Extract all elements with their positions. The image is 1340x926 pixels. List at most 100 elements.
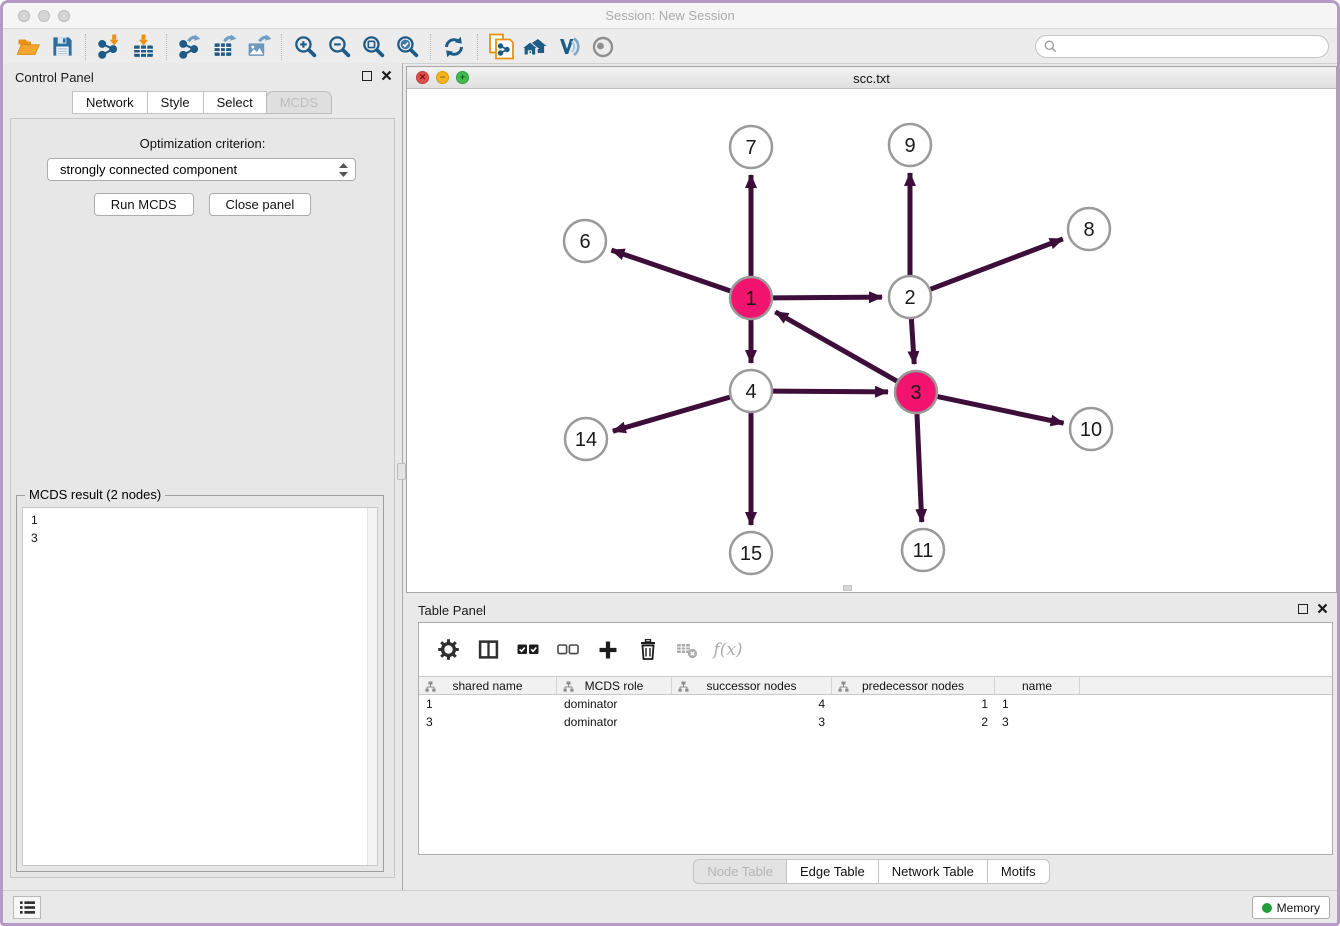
- cell-name[interactable]: 3: [995, 713, 1080, 731]
- node-label-10: 10: [1080, 419, 1102, 441]
- export-network-icon: [178, 34, 203, 59]
- cell-predecessor-nodes[interactable]: 1: [832, 695, 995, 713]
- zoom-out-button[interactable]: [322, 32, 356, 62]
- tab-node-table[interactable]: Node Table: [693, 859, 787, 884]
- cell-successor-nodes[interactable]: 4: [672, 695, 832, 713]
- vizmapper-icon: [556, 35, 582, 59]
- toolbar-separator: [281, 34, 282, 60]
- node-label-11: 11: [913, 540, 934, 562]
- node-label-14: 14: [575, 429, 597, 451]
- add-row-button[interactable]: [593, 635, 623, 665]
- network-canvas[interactable]: 7968124314101511: [407, 89, 1336, 592]
- table-tabs: Node TableEdge TableNetwork TableMotifs: [406, 859, 1338, 884]
- network-from-file-button[interactable]: [484, 32, 518, 62]
- zoom-fit-button[interactable]: [356, 32, 390, 62]
- memory-button[interactable]: Memory: [1252, 896, 1330, 919]
- result-scrollbar[interactable]: [367, 508, 377, 865]
- tab-network[interactable]: Network: [72, 91, 148, 114]
- cell-shared-name[interactable]: 3: [419, 713, 557, 731]
- toolbar-separator: [477, 34, 478, 60]
- canvas-scroll-handle[interactable]: [843, 585, 852, 591]
- column-header-predecessor-nodes[interactable]: predecessor nodes: [832, 677, 995, 694]
- edge-4-14[interactable]: [613, 397, 730, 431]
- column-header-name[interactable]: name: [995, 677, 1080, 694]
- float-panel-icon[interactable]: [362, 71, 372, 81]
- import-network-button[interactable]: [92, 32, 126, 62]
- tab-mcds[interactable]: MCDS: [266, 91, 332, 114]
- edge-1-2[interactable]: [773, 297, 882, 298]
- zoom-in-icon: [293, 34, 318, 59]
- run-mcds-button[interactable]: Run MCDS: [94, 193, 194, 216]
- zoom-in-button[interactable]: [288, 32, 322, 62]
- refresh-view-button[interactable]: [437, 32, 471, 62]
- cell-shared-name[interactable]: 1: [419, 695, 557, 713]
- window-title: Session: New Session: [3, 8, 1337, 23]
- export-network-button[interactable]: [173, 32, 207, 62]
- edge-3-10[interactable]: [938, 397, 1064, 424]
- hide-panel-button[interactable]: [586, 32, 620, 62]
- edge-4-3[interactable]: [773, 391, 888, 392]
- search-input[interactable]: [1062, 40, 1320, 54]
- zoom-selected-icon: [395, 34, 420, 59]
- tab-style[interactable]: Style: [147, 91, 204, 114]
- export-image-icon: [246, 34, 271, 59]
- criterion-dropdown[interactable]: strongly connected component: [47, 158, 356, 181]
- criterion-value: strongly connected component: [60, 162, 338, 177]
- import-table-button[interactable]: [126, 32, 160, 62]
- vizmapper-button[interactable]: [552, 32, 586, 62]
- cell-successor-nodes[interactable]: 3: [672, 713, 832, 731]
- edge-3-11[interactable]: [917, 414, 922, 522]
- split-columns-button[interactable]: [473, 635, 503, 665]
- column-header-successor-nodes[interactable]: successor nodes: [672, 677, 832, 694]
- tab-network-table[interactable]: Network Table: [878, 859, 988, 884]
- mcds-result-textarea[interactable]: 13: [22, 507, 378, 866]
- export-table-button[interactable]: [207, 32, 241, 62]
- memory-label: Memory: [1277, 901, 1320, 915]
- home-icon: [521, 35, 549, 59]
- column-header-shared-name[interactable]: shared name: [419, 677, 557, 694]
- network-file-icon: [488, 33, 514, 61]
- delete-table-button[interactable]: [673, 635, 703, 665]
- delete-rows-button[interactable]: [633, 635, 663, 665]
- edge-2-8[interactable]: [931, 239, 1063, 289]
- tab-edge-table[interactable]: Edge Table: [786, 859, 879, 884]
- open-session-button[interactable]: [11, 32, 45, 62]
- close-panel-icon[interactable]: [381, 70, 392, 81]
- save-session-button[interactable]: [45, 32, 79, 62]
- edge-3-1[interactable]: [775, 312, 897, 381]
- select-all-button[interactable]: [513, 635, 543, 665]
- toolbar-separator: [85, 34, 86, 60]
- function-builder-button[interactable]: f(x): [713, 635, 743, 665]
- panel-splitter-handle[interactable]: [397, 463, 406, 480]
- edge-2-3[interactable]: [911, 319, 914, 364]
- float-table-panel-icon[interactable]: [1298, 604, 1308, 614]
- control-panel-title: Control Panel: [15, 70, 94, 85]
- cell-predecessor-nodes[interactable]: 2: [832, 713, 995, 731]
- edge-1-6[interactable]: [611, 250, 730, 291]
- task-history-button[interactable]: [13, 896, 41, 919]
- cell-MCDS-role[interactable]: dominator: [557, 695, 672, 713]
- tab-motifs[interactable]: Motifs: [987, 859, 1050, 884]
- save-floppy-icon: [51, 35, 74, 58]
- unchecked-boxes-icon: [557, 643, 579, 656]
- table-settings-button[interactable]: [433, 635, 463, 665]
- cell-name[interactable]: 1: [995, 695, 1080, 713]
- delete-table-icon: [676, 641, 700, 659]
- table-row[interactable]: 1dominator411: [419, 695, 1332, 713]
- column-header-MCDS-role[interactable]: MCDS role: [557, 677, 672, 694]
- tab-select[interactable]: Select: [203, 91, 267, 114]
- close-panel-button[interactable]: Close panel: [209, 193, 312, 216]
- mcds-result-title: MCDS result (2 nodes): [25, 487, 165, 502]
- zoom-selected-button[interactable]: [390, 32, 424, 62]
- export-image-button[interactable]: [241, 32, 275, 62]
- home-button[interactable]: [518, 32, 552, 62]
- deselect-all-button[interactable]: [553, 635, 583, 665]
- main-toolbar: [3, 30, 1337, 64]
- close-table-panel-icon[interactable]: [1317, 603, 1328, 614]
- table-row[interactable]: 3dominator323: [419, 713, 1332, 731]
- cell-MCDS-role[interactable]: dominator: [557, 713, 672, 731]
- network-view-frame: ✕ − + scc.txt 7968124314101511: [406, 66, 1337, 593]
- zoom-out-icon: [327, 34, 352, 59]
- search-box[interactable]: [1035, 35, 1329, 58]
- eye-icon: [590, 36, 616, 58]
